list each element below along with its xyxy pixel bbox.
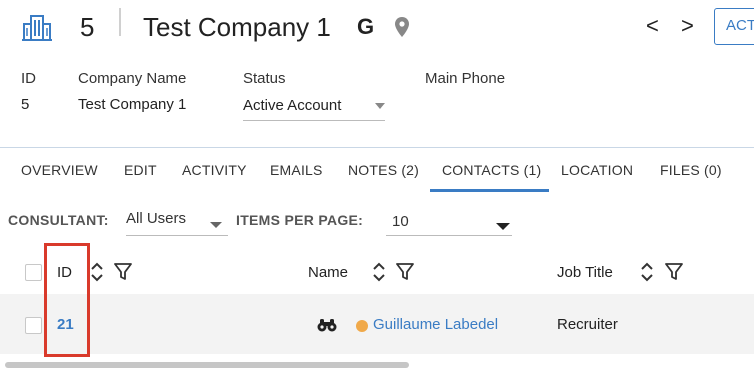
record-header: 5 Test Company 1 G < > ACT bbox=[0, 0, 754, 58]
record-id: 5 bbox=[80, 12, 95, 42]
main-phone-field: Main Phone bbox=[425, 70, 505, 96]
tab-emails[interactable]: EMAILS bbox=[270, 162, 323, 178]
id-field: ID 5 bbox=[21, 70, 36, 113]
sort-icon[interactable] bbox=[372, 261, 386, 283]
column-header-job-title[interactable]: Job Title bbox=[557, 264, 613, 281]
sort-icon[interactable] bbox=[640, 261, 654, 283]
id-column-highlight bbox=[44, 243, 90, 357]
tab-edit[interactable]: EDIT bbox=[124, 162, 157, 178]
company-name-value: Test Company 1 bbox=[78, 96, 187, 113]
id-label: ID bbox=[21, 70, 36, 87]
chevron-down-icon bbox=[496, 223, 510, 230]
tab-contacts[interactable]: CONTACTS (1) bbox=[442, 162, 541, 178]
previous-record-button[interactable]: < bbox=[646, 14, 659, 38]
tab-activity[interactable]: ACTIVITY bbox=[182, 162, 247, 178]
filter-icon[interactable] bbox=[665, 263, 683, 281]
items-per-page-select[interactable]: 10 bbox=[386, 210, 512, 236]
tab-notes[interactable]: NOTES (2) bbox=[348, 162, 419, 178]
main-phone-label: Main Phone bbox=[425, 70, 506, 87]
contacts-filter-bar: CONSULTANT: All Users ITEMS PER PAGE: 10 bbox=[0, 203, 754, 243]
consultant-label: CONSULTANT: bbox=[8, 212, 109, 228]
status-select[interactable]: Active Account bbox=[243, 97, 385, 121]
next-record-button[interactable]: > bbox=[681, 14, 694, 38]
record-tabs: OVERVIEW EDIT ACTIVITY EMAILS NOTES (2) … bbox=[0, 148, 754, 193]
tab-overview[interactable]: OVERVIEW bbox=[21, 162, 98, 178]
filter-icon[interactable] bbox=[114, 263, 132, 281]
company-name-label: Company Name bbox=[78, 70, 187, 87]
header-divider bbox=[119, 8, 121, 36]
items-per-page-value: 10 bbox=[392, 213, 409, 230]
google-icon[interactable]: G bbox=[357, 14, 374, 40]
items-per-page-label: ITEMS PER PAGE: bbox=[236, 212, 364, 228]
column-header-name[interactable]: Name bbox=[308, 264, 348, 281]
company-name-field: Company Name Test Company 1 bbox=[78, 70, 186, 113]
contact-name-link[interactable]: Guillaume Labedel bbox=[373, 316, 498, 333]
horizontal-scrollbar[interactable] bbox=[5, 362, 409, 368]
page-title: Test Company 1 bbox=[143, 12, 331, 42]
status-value: Active Account bbox=[243, 97, 342, 114]
tab-location[interactable]: LOCATION bbox=[561, 162, 633, 178]
table-header: ID Name Job Title bbox=[0, 248, 754, 294]
contact-status-dot bbox=[356, 320, 368, 332]
sort-icon[interactable] bbox=[90, 261, 104, 283]
record-summary: ID 5 Company Name Test Company 1 Status … bbox=[0, 70, 754, 130]
actions-button[interactable]: ACT bbox=[714, 8, 754, 45]
row-checkbox[interactable] bbox=[25, 317, 42, 334]
select-all-checkbox[interactable] bbox=[25, 264, 42, 281]
chevron-down-icon bbox=[210, 222, 222, 228]
location-pin-icon[interactable] bbox=[395, 17, 409, 37]
consultant-value: All Users bbox=[126, 210, 187, 227]
building-icon bbox=[22, 15, 52, 41]
chevron-down-icon bbox=[375, 103, 385, 109]
status-label: Status bbox=[243, 70, 286, 87]
binoculars-icon[interactable] bbox=[317, 318, 337, 332]
active-tab-indicator bbox=[430, 189, 549, 192]
id-value: 5 bbox=[21, 96, 30, 113]
filter-icon[interactable] bbox=[396, 263, 414, 281]
tab-files[interactable]: FILES (0) bbox=[660, 162, 722, 178]
table-row: 21 Guillaume Labedel Recruiter bbox=[0, 294, 754, 354]
consultant-select[interactable]: All Users bbox=[126, 210, 228, 236]
status-field: Status bbox=[243, 70, 286, 87]
contact-job-title: Recruiter bbox=[557, 316, 618, 333]
